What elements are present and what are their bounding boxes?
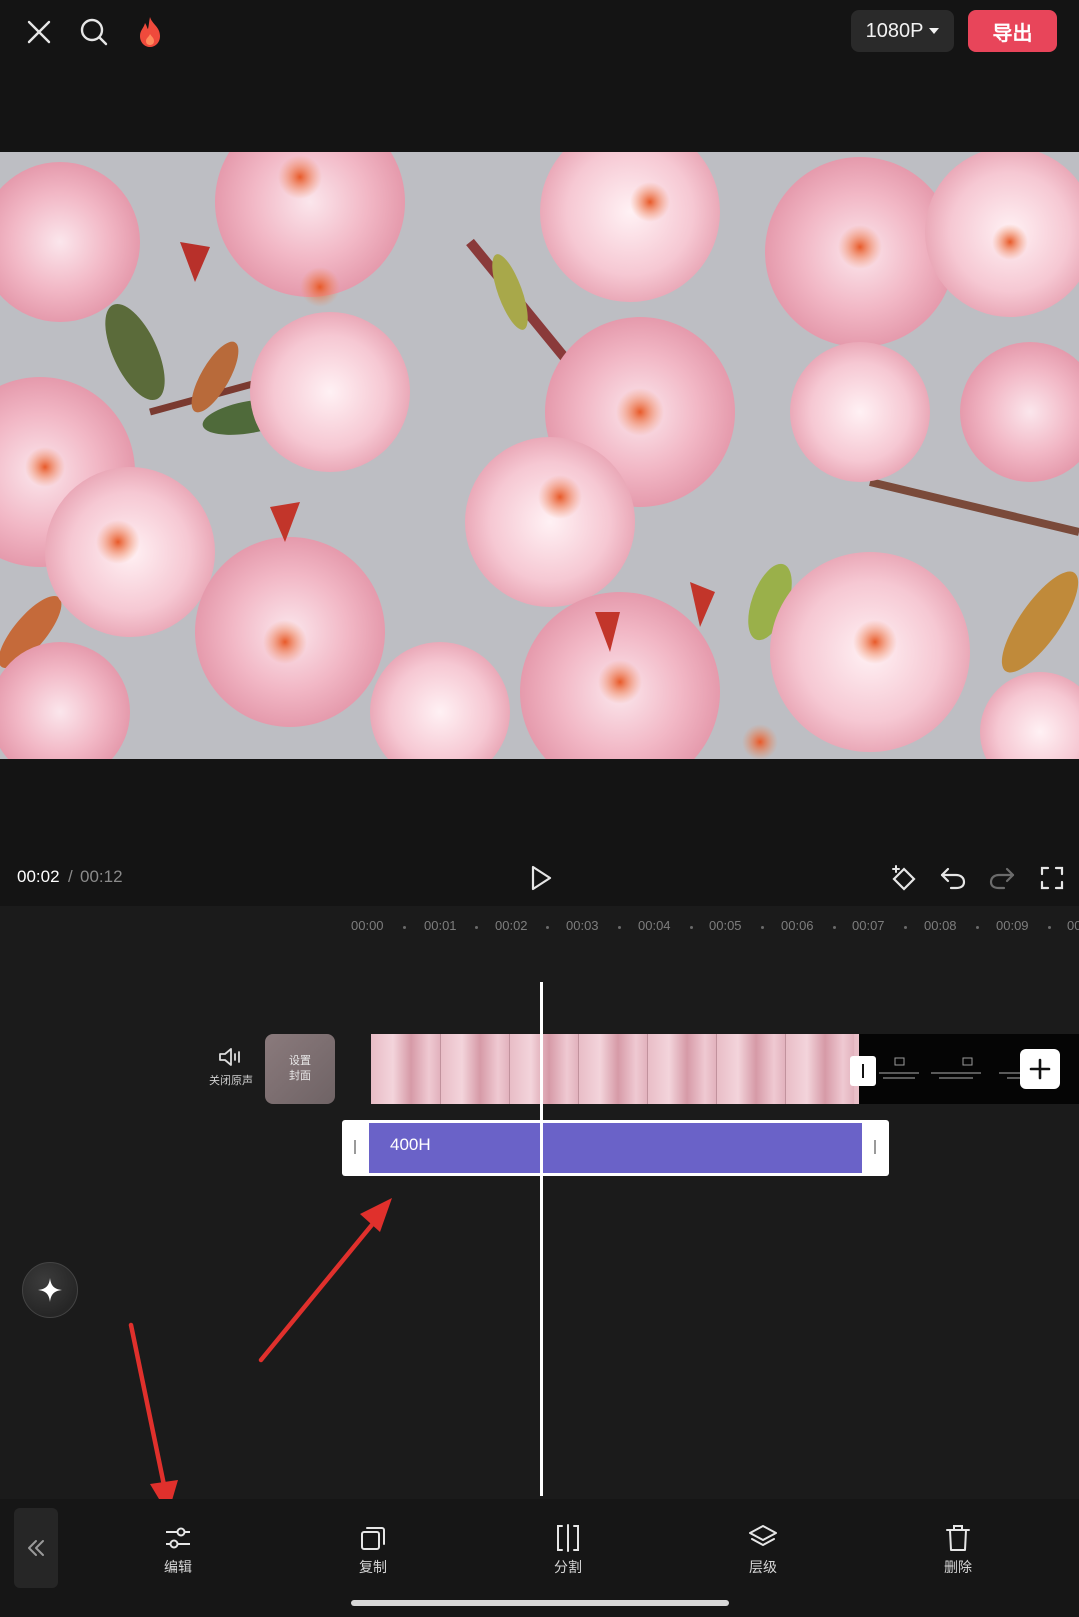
- ruler-dot: [618, 926, 621, 929]
- ruler-tick: 00:03: [566, 918, 599, 933]
- ruler-dot: [475, 926, 478, 929]
- text-clip-body[interactable]: [369, 1123, 862, 1173]
- double-chevron-left-icon: [28, 1540, 44, 1556]
- flame-icon[interactable]: [130, 12, 170, 52]
- resolution-dropdown[interactable]: 1080P: [851, 10, 954, 52]
- set-cover-button[interactable]: 设置封面: [265, 1034, 335, 1104]
- tool-label: 编辑: [164, 1559, 192, 1575]
- add-clip-button[interactable]: [1020, 1049, 1060, 1089]
- cover-label: 设置封面: [289, 1055, 311, 1082]
- ruler-dot: [761, 926, 764, 929]
- mute-label: 关闭原声: [209, 1075, 253, 1087]
- current-time: 00:02: [17, 867, 60, 886]
- trash-icon: [946, 1525, 970, 1551]
- clip-trim-handle[interactable]: [850, 1056, 876, 1086]
- frame-divider: [785, 1034, 786, 1104]
- sparkle-icon: [38, 1278, 62, 1302]
- tool-edit[interactable]: 编辑: [138, 1523, 218, 1577]
- total-time: 00:12: [80, 867, 123, 886]
- ruler-dot: [403, 926, 406, 929]
- split-icon: [557, 1524, 579, 1552]
- chevron-down-icon: [929, 28, 940, 34]
- undo-icon[interactable]: [937, 862, 969, 894]
- ruler-tick: 00: [1067, 918, 1079, 933]
- copy-icon: [361, 1527, 385, 1550]
- redo-icon[interactable]: [986, 862, 1018, 894]
- ruler-tick: 00:05: [709, 918, 742, 933]
- ruler-dot: [1048, 926, 1051, 929]
- playback-controls: 00:02 / 00:12: [0, 856, 1079, 900]
- ruler-dot: [904, 926, 907, 929]
- export-button[interactable]: 导出: [968, 10, 1057, 52]
- ruler-dot: [546, 926, 549, 929]
- text-clip[interactable]: 400H: [342, 1120, 889, 1176]
- frame-divider: [647, 1034, 648, 1104]
- ruler-tick: 00:02: [495, 918, 528, 933]
- tool-delete[interactable]: 删除: [918, 1523, 998, 1577]
- ruler-tick: 00:01: [424, 918, 457, 933]
- tool-copy[interactable]: 复制: [333, 1523, 413, 1577]
- ruler-tick: 00:09: [996, 918, 1029, 933]
- playhead[interactable]: [540, 982, 543, 1496]
- text-clip-label: 400H: [390, 1135, 431, 1154]
- ruler-tick: 00:07: [852, 918, 885, 933]
- frame-divider: [578, 1034, 579, 1104]
- mute-original-audio-button[interactable]: 关闭原声: [203, 1046, 259, 1094]
- tool-layers[interactable]: 层级: [723, 1523, 803, 1577]
- resolution-label: 1080P: [865, 19, 924, 42]
- layers-icon: [749, 1525, 777, 1546]
- frame-divider: [509, 1034, 510, 1104]
- ruler-dot: [976, 926, 979, 929]
- ruler-tick: 00:06: [781, 918, 814, 933]
- ruler-tick: 00:08: [924, 918, 957, 933]
- right-grip[interactable]: [874, 1140, 876, 1154]
- video-preview[interactable]: [0, 152, 1079, 759]
- bottom-toolbar: 编辑 复制 分割 层级 删除: [0, 1499, 1079, 1617]
- top-bar: 1080P 导出: [0, 0, 1079, 64]
- left-grip[interactable]: [354, 1140, 356, 1154]
- home-indicator[interactable]: [351, 1600, 729, 1606]
- close-icon[interactable]: [19, 12, 59, 52]
- tool-label: 层级: [749, 1559, 777, 1575]
- ruler-dot: [833, 926, 836, 929]
- video-clip-track[interactable]: [371, 1034, 859, 1104]
- search-icon[interactable]: [74, 12, 114, 52]
- time-ruler: 00:00 00:01 00:02 00:03 00:04 00:05 00:0…: [0, 912, 1079, 936]
- speaker-icon: [219, 1048, 240, 1066]
- plus-icon: [1029, 1058, 1051, 1080]
- keyframe-icon[interactable]: [888, 862, 920, 894]
- ruler-dot: [690, 926, 693, 929]
- collapse-button[interactable]: [14, 1508, 58, 1588]
- frame-divider: [716, 1034, 717, 1104]
- play-icon[interactable]: [525, 862, 557, 894]
- fullscreen-icon[interactable]: [1036, 862, 1068, 894]
- cherry-blossom-image: [0, 152, 1079, 759]
- ruler-tick: 00:00: [351, 918, 384, 933]
- frame-divider: [440, 1034, 441, 1104]
- tool-label: 删除: [944, 1559, 972, 1575]
- ai-assistant-button[interactable]: [22, 1262, 78, 1318]
- ruler-tick: 00:04: [638, 918, 671, 933]
- sliders-icon: [166, 1527, 190, 1549]
- tool-label: 分割: [554, 1559, 582, 1575]
- tool-split[interactable]: 分割: [528, 1523, 608, 1577]
- tool-label: 复制: [359, 1559, 387, 1575]
- time-separator: /: [68, 867, 73, 886]
